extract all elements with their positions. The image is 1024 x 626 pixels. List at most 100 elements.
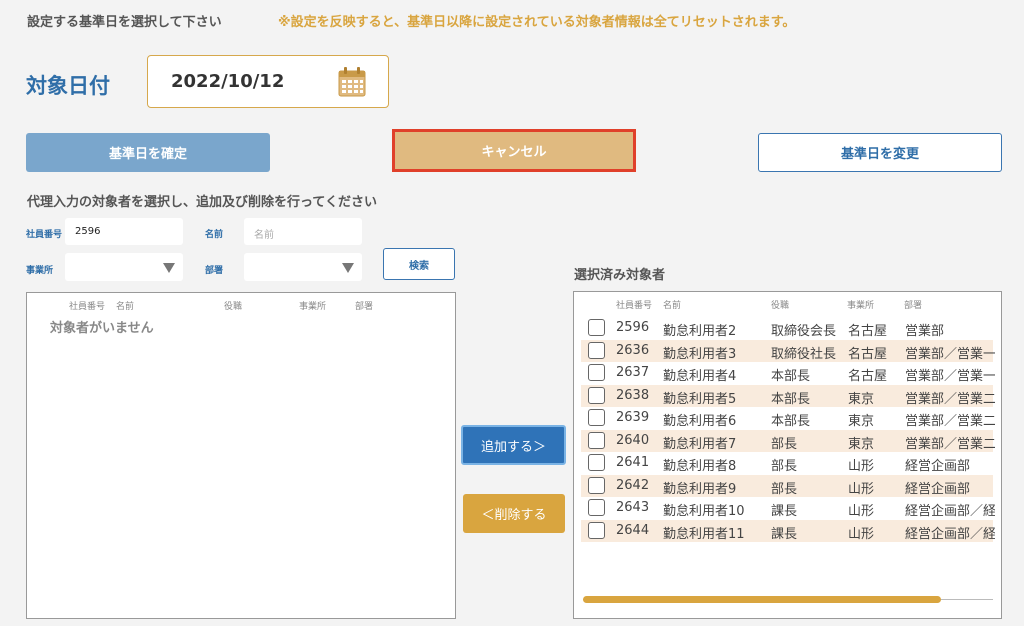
cell-employee-no: 2643 [616, 500, 650, 515]
cell-position: 本部長 [771, 369, 811, 384]
name-input[interactable]: 名前 [244, 218, 362, 245]
table-row[interactable]: 2638 勤怠利用者5 本部長 東京 営業部／営業二 [581, 384, 995, 407]
col-header-name: 名前 [663, 301, 682, 311]
cell-office: 山形 [848, 504, 875, 519]
cell-position: 本部長 [771, 391, 811, 407]
col-header-dept: 部署 [355, 302, 374, 312]
row-checkbox[interactable] [588, 476, 605, 494]
cell-employee-no: 2636 [616, 342, 650, 358]
cell-office: 東京 [848, 391, 875, 407]
table-row[interactable]: 2643 勤怠利用者10 課長 山形 経営企画部／経 [581, 497, 995, 519]
empty-message: 対象者がいません [50, 321, 154, 336]
cell-position: 取締役会長 [771, 324, 837, 339]
cell-employee-no: 2644 [616, 522, 650, 538]
cell-office: 名古屋 [848, 324, 888, 339]
base-date-instruction: 設定する基準日を選択して下さい [27, 15, 222, 30]
table-row[interactable]: 2644 勤怠利用者11 課長 山形 経営企画部／経 [581, 519, 995, 542]
row-checkbox[interactable] [588, 431, 605, 449]
row-checkbox[interactable] [588, 319, 605, 336]
target-date-value: 2022/10/12 [171, 71, 285, 92]
search-button[interactable]: 検索 [383, 248, 455, 280]
office-select[interactable] [65, 253, 183, 281]
col-header-position: 役職 [224, 302, 243, 312]
cell-office: 名古屋 [848, 346, 888, 362]
cell-employee-no: 2596 [616, 320, 650, 335]
table-row[interactable]: 2637 勤怠利用者4 本部長 名古屋 営業部／営業一 [581, 362, 995, 384]
row-checkbox[interactable] [588, 364, 605, 381]
cell-dept: 営業部／営業二 [905, 436, 995, 452]
table-row[interactable]: 2596 勤怠利用者2 取締役会長 名古屋 営業部 [581, 317, 993, 339]
cell-employee-no: 2642 [616, 477, 650, 493]
row-checkbox[interactable] [588, 499, 605, 516]
cell-position: 課長 [771, 526, 798, 542]
cell-name: 勤怠利用者2 [663, 324, 737, 339]
row-checkbox[interactable] [588, 409, 605, 426]
employee-no-label: 社員番号 [26, 230, 63, 240]
dropdown-arrow-icon [342, 263, 354, 273]
col-header-office: 事業所 [299, 302, 327, 312]
scrollbar-thumb[interactable] [583, 596, 941, 603]
reset-warning: ※設定を反映すると、基準日以降に設定されている対象者情報は全てリセットされます。 [278, 15, 796, 30]
cell-employee-no: 2639 [616, 410, 650, 425]
cell-name: 勤怠利用者4 [663, 369, 737, 384]
cell-name: 勤怠利用者7 [663, 436, 737, 452]
cell-dept: 営業部／営業二 [905, 391, 995, 407]
table-row[interactable]: 2640 勤怠利用者7 部長 東京 営業部／営業二 [581, 429, 995, 452]
row-checkbox[interactable] [588, 454, 605, 471]
confirm-base-date-button[interactable]: 基準日を確定 [26, 133, 270, 172]
target-date-field[interactable]: 2022/10/12 [147, 55, 389, 108]
cell-dept: 経営企画部／経 [905, 526, 995, 542]
table-row[interactable]: 2639 勤怠利用者6 本部長 東京 営業部／営業二 [581, 407, 995, 429]
cell-dept: 経営企画部 [905, 481, 971, 497]
cell-employee-no: 2641 [616, 455, 650, 470]
change-base-date-button[interactable]: 基準日を変更 [758, 133, 1002, 172]
cell-name: 勤怠利用者8 [663, 459, 737, 474]
cell-office: 東京 [848, 436, 875, 452]
calendar-icon[interactable] [338, 67, 366, 97]
cell-name: 勤怠利用者5 [663, 391, 737, 407]
cell-name: 勤怠利用者11 [663, 526, 745, 542]
col-header-dept: 部署 [904, 301, 923, 311]
add-button[interactable]: 追加する＞ [461, 425, 566, 465]
selected-list-title: 選択済み対象者 [574, 268, 666, 283]
cell-name: 勤怠利用者3 [663, 346, 737, 362]
row-checkbox[interactable] [588, 521, 605, 539]
cell-dept: 営業部／営業二 [905, 414, 995, 429]
table-row[interactable]: 2636 勤怠利用者3 取締役社長 名古屋 営業部／営業一 [581, 339, 995, 362]
cell-dept: 営業部 [905, 324, 945, 339]
cell-office: 山形 [848, 526, 875, 542]
row-checkbox[interactable] [588, 341, 605, 359]
target-date-label: 対象日付 [26, 74, 110, 98]
cell-name: 勤怠利用者10 [663, 504, 745, 519]
cell-office: 名古屋 [848, 369, 888, 384]
cell-dept: 経営企画部／経 [905, 504, 995, 519]
candidate-list-panel: 社員番号 名前 役職 事業所 部署 対象者がいません [26, 292, 456, 619]
employee-no-input[interactable]: 2596 [65, 218, 183, 245]
selected-list-panel: 社員番号 名前 役職 事業所 部署 2596 勤怠利用者2 取締役会長 名古屋 営業部 2… [573, 291, 1002, 619]
col-header-employee-no: 社員番号 [69, 302, 106, 312]
cell-dept: 経営企画部 [905, 459, 971, 474]
cell-office: 山形 [848, 481, 875, 497]
cell-position: 本部長 [771, 414, 811, 429]
selection-instruction: 代理入力の対象者を選択し、追加及び削除を行ってください [27, 195, 377, 210]
cell-office: 東京 [848, 414, 875, 429]
cell-position: 課長 [771, 504, 798, 519]
col-header-employee-no: 社員番号 [616, 301, 653, 311]
dropdown-arrow-icon [163, 263, 175, 273]
cell-name: 勤怠利用者6 [663, 414, 737, 429]
cancel-button[interactable]: キャンセル [392, 129, 636, 172]
name-label: 名前 [205, 230, 224, 240]
cell-employee-no: 2640 [616, 432, 650, 448]
cell-name: 勤怠利用者9 [663, 481, 737, 497]
cell-dept: 営業部／営業一 [905, 369, 995, 384]
cell-employee-no: 2637 [616, 365, 650, 380]
table-row[interactable]: 2641 勤怠利用者8 部長 山形 経営企画部 [581, 452, 993, 474]
dept-label: 部署 [205, 266, 224, 276]
cell-office: 山形 [848, 459, 875, 474]
table-row[interactable]: 2642 勤怠利用者9 部長 山形 経営企画部 [581, 474, 993, 497]
delete-button[interactable]: ＜削除する [463, 494, 565, 533]
dept-select[interactable] [244, 253, 362, 281]
row-checkbox[interactable] [588, 386, 605, 404]
cell-position: 部長 [771, 459, 798, 474]
cell-position: 取締役社長 [771, 346, 837, 362]
